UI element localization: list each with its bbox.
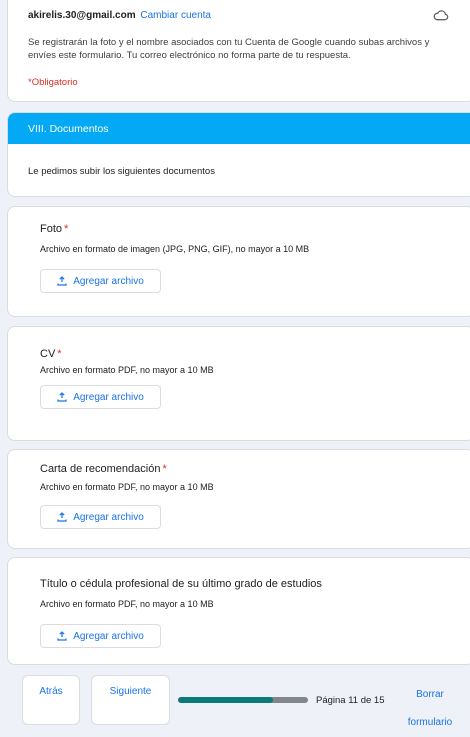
add-file-button[interactable]: Agregar archivo xyxy=(40,385,161,409)
add-file-button[interactable]: Agregar archivo xyxy=(40,505,161,529)
question-cv: CV * Archivo en formato PDF, no mayor a 1… xyxy=(7,326,470,441)
clear-form-button[interactable]: Borrar formulario xyxy=(400,681,460,737)
question-carta-recomendacion: Carta de recomendación * Archivo en forma… xyxy=(7,449,470,549)
question-help: Archivo en formato PDF, no mayor a 10 MB xyxy=(40,482,214,492)
add-file-label: Agregar archivo xyxy=(73,511,144,523)
add-file-button[interactable]: Agregar archivo xyxy=(40,269,161,293)
add-file-label: Agregar archivo xyxy=(73,275,144,287)
switch-account-link[interactable]: Cambiar cuenta xyxy=(140,10,211,21)
add-file-label: Agregar archivo xyxy=(73,630,144,642)
back-button[interactable]: Atrás xyxy=(22,675,80,725)
question-foto: Foto * Archivo en formato de imagen (JPG,… xyxy=(7,206,470,317)
progress-bar-fill xyxy=(178,697,274,703)
next-button[interactable]: Siguiente xyxy=(91,675,170,725)
clear-form-label-line2: formulario xyxy=(407,717,453,728)
question-help: Archivo en formato PDF, no mayor a 10 MB xyxy=(40,599,214,609)
account-email: akirelis.30@gmail.com xyxy=(28,10,136,21)
upload-icon xyxy=(57,512,67,522)
upload-icon xyxy=(57,392,67,402)
question-title-text: Título o cédula profesional de su último… xyxy=(40,578,322,590)
account-row: akirelis.30@gmail.com Cambiar cuenta xyxy=(28,10,211,21)
add-file-label: Agregar archivo xyxy=(73,391,144,403)
question-help: Archivo en formato PDF, no mayor a 10 MB xyxy=(40,365,214,375)
question-help: Archivo en formato de imagen (JPG, PNG, … xyxy=(40,244,310,254)
question-title-text: CV xyxy=(40,348,56,360)
question-title: Carta de recomendación * xyxy=(40,463,167,475)
section-description: Le pedimos subir los siguientes document… xyxy=(28,166,215,177)
question-titulo-cedula: Título o cédula profesional de su último… xyxy=(7,557,470,665)
upload-icon xyxy=(57,631,67,641)
required-asterisk: * xyxy=(162,463,167,475)
required-asterisk: * xyxy=(57,348,62,360)
clear-form-label-line1: Borrar xyxy=(416,689,444,700)
cloud-icon xyxy=(433,10,449,21)
section-title: VIII. Documentos xyxy=(8,113,470,144)
question-title: Foto * xyxy=(40,223,68,235)
progress-bar xyxy=(178,697,308,703)
question-title: CV * xyxy=(40,348,62,360)
account-notice: Se registrarán la foto y el nombre asoci… xyxy=(28,37,430,61)
question-title: Título o cédula profesional de su último… xyxy=(40,578,322,590)
section-card: VIII. Documentos Le pedimos subir los si… xyxy=(7,112,470,197)
required-note: *Obligatorio xyxy=(28,77,78,88)
page-indicator: Página 11 de 15 xyxy=(316,695,385,706)
question-title-text: Foto xyxy=(40,223,63,235)
upload-icon xyxy=(57,276,67,286)
required-asterisk: * xyxy=(64,223,69,235)
account-card: akirelis.30@gmail.com Cambiar cuenta Se … xyxy=(7,0,470,102)
question-title-text: Carta de recomendación xyxy=(40,463,161,475)
add-file-button[interactable]: Agregar archivo xyxy=(40,624,161,648)
